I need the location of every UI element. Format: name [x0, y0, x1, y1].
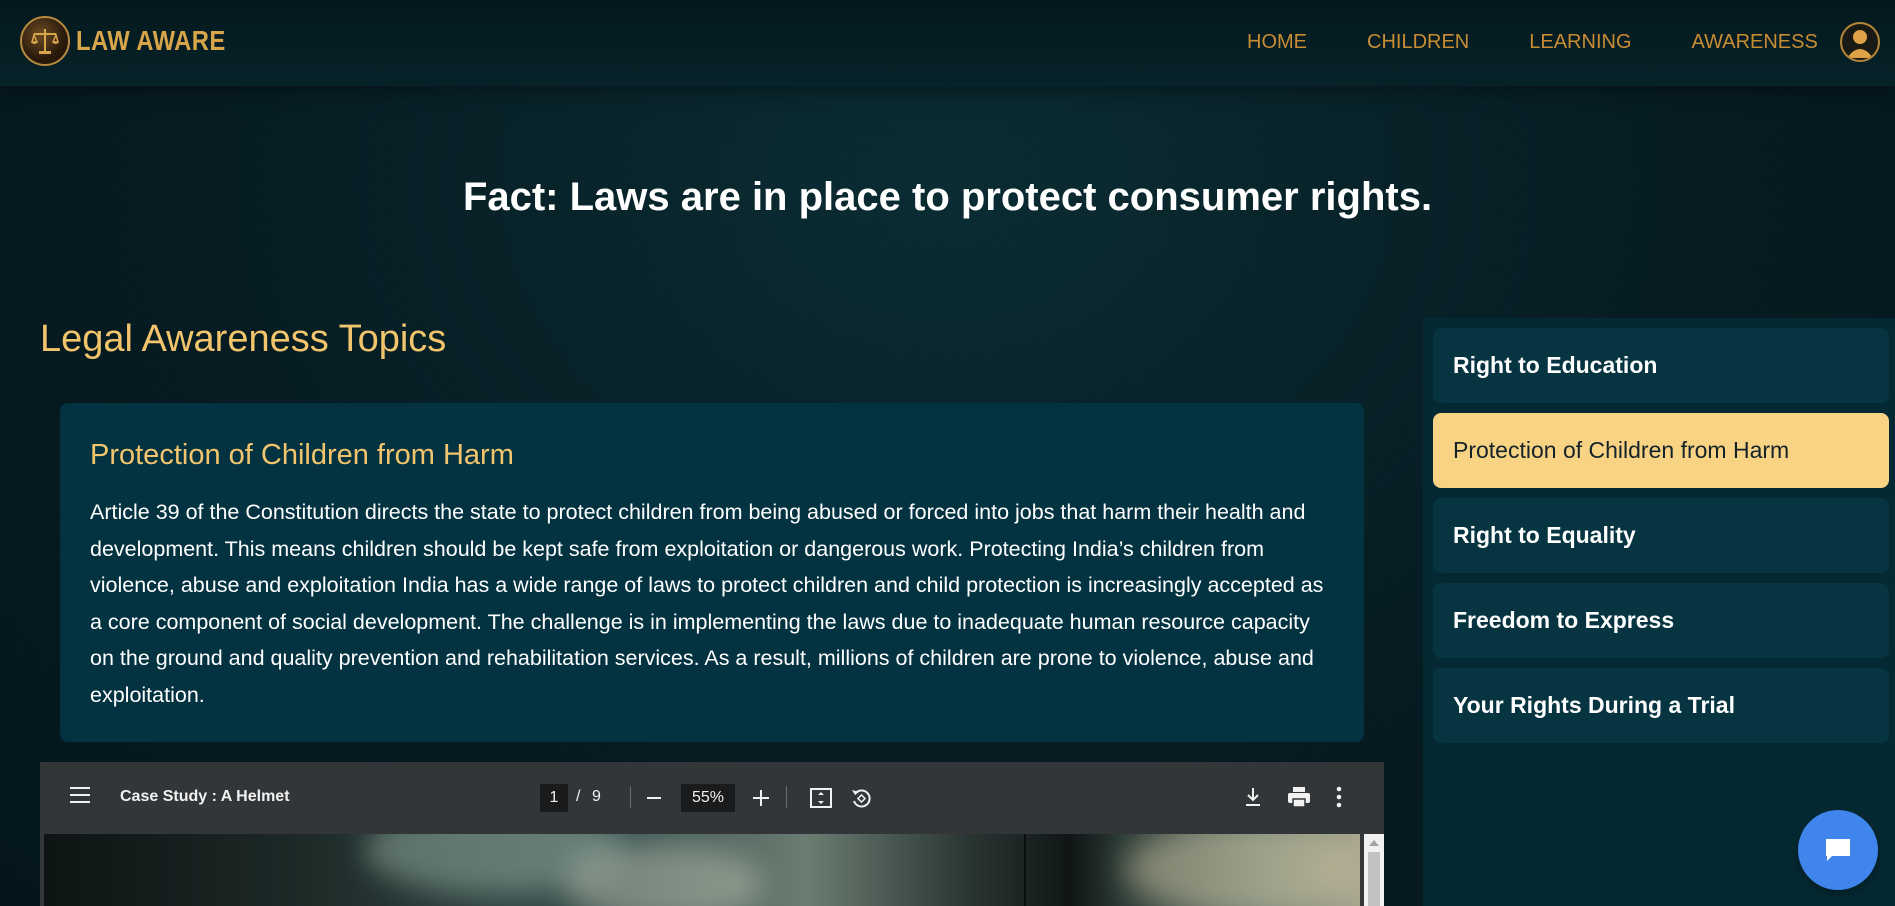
- fit-page-icon[interactable]: [809, 786, 833, 810]
- total-pages: 9: [592, 788, 601, 805]
- brand-logo[interactable]: LAW AWARE: [20, 16, 252, 66]
- sidebar-item-freedom-to-express[interactable]: Freedom to Express: [1433, 583, 1889, 658]
- topic-card-title: Protection of Children from Harm: [90, 439, 514, 471]
- toolbar-divider: [786, 786, 787, 808]
- rotate-icon[interactable]: [849, 786, 873, 810]
- topic-card-body: Article 39 of the Constitution directs t…: [90, 500, 1324, 707]
- nav-link-learning[interactable]: LEARNING: [1529, 31, 1631, 54]
- top-navbar: LAW AWARE HOME CHILDREN LEARNING AWARENE…: [0, 0, 1895, 86]
- scrollbar-thumb[interactable]: [1368, 852, 1380, 906]
- zoom-out-icon[interactable]: [646, 788, 662, 808]
- menu-icon[interactable]: [70, 787, 90, 805]
- scales-of-justice-logo-icon: [20, 16, 70, 66]
- section-title: Legal Awareness Topics: [40, 318, 447, 360]
- pdf-document-title: Case Study : A Helmet: [120, 788, 290, 805]
- sidebar-item-rights-during-trial[interactable]: Your Rights During a Trial: [1433, 668, 1889, 743]
- main-nav: HOME CHILDREN LEARNING AWARENESS: [1247, 31, 1818, 54]
- chat-button[interactable]: [1798, 810, 1878, 890]
- nav-link-children[interactable]: CHILDREN: [1367, 31, 1469, 54]
- more-options-icon[interactable]: [1336, 786, 1342, 808]
- nav-link-home[interactable]: HOME: [1247, 31, 1307, 54]
- toolbar-divider: [630, 786, 631, 808]
- chat-bubble-icon: [1826, 839, 1850, 861]
- sidebar-item-right-to-equality[interactable]: Right to Equality: [1433, 498, 1889, 573]
- pdf-toolbar: Case Study : A Helmet 1 / 9 55%: [40, 762, 1384, 834]
- nav-link-awareness[interactable]: AWARENESS: [1692, 31, 1818, 54]
- scroll-up-arrow-icon[interactable]: [1369, 840, 1379, 846]
- user-avatar-icon[interactable]: [1840, 22, 1880, 62]
- pdf-scrollbar[interactable]: [1364, 834, 1384, 906]
- brand-name: LAW AWARE: [76, 25, 226, 56]
- topic-card: Protection of Children from Harm Article…: [60, 403, 1364, 742]
- fact-banner: Fact: Laws are in place to protect consu…: [462, 175, 1433, 219]
- sidebar-item-protection-of-children[interactable]: Protection of Children from Harm: [1433, 413, 1889, 488]
- page-separator: /: [576, 788, 581, 805]
- download-icon[interactable]: [1244, 786, 1262, 808]
- zoom-in-icon[interactable]: [752, 788, 770, 808]
- pdf-viewer: Case Study : A Helmet 1 / 9 55%: [40, 762, 1384, 906]
- print-icon[interactable]: [1287, 786, 1311, 808]
- sidebar-item-right-to-education[interactable]: Right to Education: [1433, 328, 1889, 403]
- page-number-input[interactable]: 1: [540, 784, 568, 812]
- zoom-level-input[interactable]: 55%: [681, 784, 735, 812]
- pdf-page-preview[interactable]: [44, 834, 1360, 906]
